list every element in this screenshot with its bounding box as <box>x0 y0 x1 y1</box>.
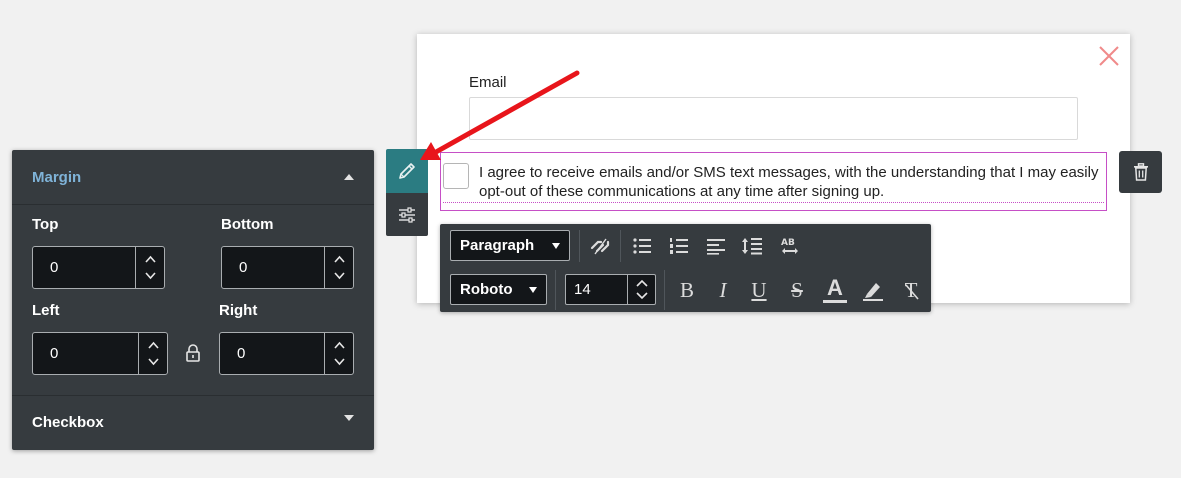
font-color-button[interactable]: A <box>823 276 847 303</box>
email-input[interactable] <box>469 97 1078 140</box>
clear-format-slash-icon <box>905 284 919 300</box>
text-format-toolbar: Paragraph AB Roboto 14 B I U S A <box>440 224 931 312</box>
top-label: Top <box>32 216 59 233</box>
bottom-label: Bottom <box>221 216 274 233</box>
block-type-select[interactable]: Paragraph <box>450 230 570 261</box>
align-left-icon[interactable] <box>704 234 728 258</box>
font-size-stepper-arrows[interactable] <box>627 275 655 304</box>
checkbox-section-title: Checkbox <box>32 414 104 431</box>
chevron-down-icon <box>552 243 560 249</box>
margin-left-input[interactable] <box>33 333 128 374</box>
close-icon[interactable] <box>1097 44 1121 68</box>
sliders-icon <box>399 206 415 223</box>
toolbar-divider <box>620 230 621 262</box>
consent-text[interactable]: I agree to receive emails and/or SMS tex… <box>479 163 1099 201</box>
margin-top-input[interactable] <box>33 247 128 288</box>
edit-text-button[interactable] <box>386 149 428 193</box>
pencil-icon <box>399 163 415 179</box>
checkbox-section-header[interactable]: Checkbox <box>12 396 374 450</box>
letter-spacing-icon[interactable]: AB <box>778 234 802 258</box>
font-family-select[interactable]: Roboto <box>450 274 547 305</box>
bold-button[interactable]: B <box>675 278 699 302</box>
underline-button[interactable]: U <box>747 278 771 302</box>
font-size-input[interactable] <box>566 275 626 304</box>
unlink-icon[interactable] <box>588 234 612 258</box>
margin-right-stepper[interactable] <box>219 332 354 375</box>
left-label: Left <box>32 302 60 319</box>
consent-checkbox[interactable] <box>443 163 469 189</box>
margin-left-arrows[interactable] <box>138 333 167 374</box>
line-height-icon[interactable] <box>740 234 764 258</box>
font-family-value: Roboto <box>460 281 513 298</box>
svg-text:AB: AB <box>781 238 795 248</box>
settings-button[interactable] <box>386 193 428 236</box>
margin-right-arrows[interactable] <box>324 333 353 374</box>
margin-settings-panel: Margin Top Bottom Left Right <box>12 150 374 450</box>
chevron-down-icon <box>529 287 537 293</box>
chevron-up-icon <box>344 174 354 180</box>
chevron-down-icon <box>344 415 354 421</box>
margin-right-input[interactable] <box>220 333 315 374</box>
margin-top-stepper[interactable] <box>32 246 165 289</box>
margin-left-stepper[interactable] <box>32 332 168 375</box>
consent-inner-outline: I agree to receive emails and/or SMS tex… <box>443 155 1104 203</box>
consent-block-selected[interactable]: I agree to receive emails and/or SMS tex… <box>440 152 1107 211</box>
toolbar-divider <box>664 270 665 310</box>
trash-icon <box>1133 163 1148 181</box>
numbered-list-icon[interactable] <box>667 234 691 258</box>
email-label: Email <box>469 74 507 91</box>
lock-icon[interactable] <box>184 343 202 363</box>
bullet-list-icon[interactable] <box>630 234 654 258</box>
toolbar-divider <box>555 270 556 310</box>
strikethrough-button[interactable]: S <box>785 278 809 302</box>
margin-bottom-input[interactable] <box>222 247 317 288</box>
highlight-icon[interactable] <box>861 278 885 302</box>
clear-format-button[interactable]: T <box>899 278 923 302</box>
toolbar-divider <box>579 230 580 262</box>
font-size-stepper[interactable] <box>565 274 656 305</box>
block-type-value: Paragraph <box>460 237 535 254</box>
right-label: Right <box>219 302 258 319</box>
margin-section-header[interactable]: Margin <box>12 150 374 205</box>
margin-bottom-stepper[interactable] <box>221 246 354 289</box>
delete-button[interactable] <box>1119 151 1162 193</box>
italic-button[interactable]: I <box>711 278 735 302</box>
margin-bottom-arrows[interactable] <box>324 247 353 288</box>
margin-section-title: Margin <box>32 169 82 186</box>
margin-top-arrows[interactable] <box>135 247 164 288</box>
